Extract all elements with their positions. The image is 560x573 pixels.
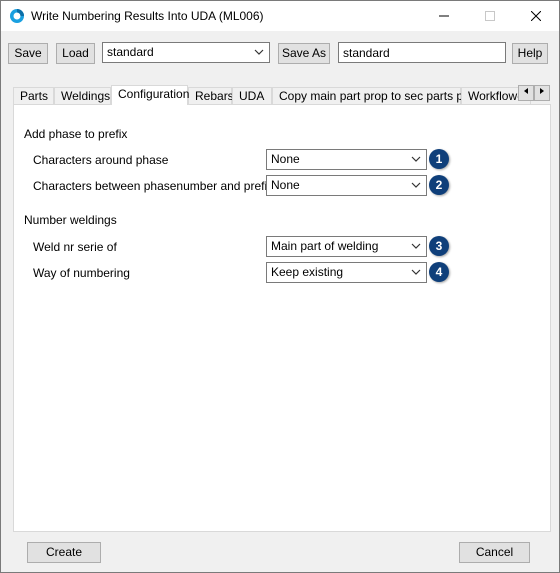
chevron-down-icon [411,269,421,275]
maximize-button [467,1,513,31]
tab-scroll-left-button[interactable] [518,85,534,101]
characters-between-label: Characters between phasenumber and prefi… [33,179,274,193]
tab-uda[interactable]: UDA [232,87,272,105]
window-title: Write Numbering Results Into UDA (ML006) [31,9,264,23]
load-button[interactable]: Load [56,43,95,64]
callout-badge-4: 4 [429,262,449,282]
way-of-numbering-value: Keep existing [271,265,344,279]
save-as-name-field[interactable] [339,43,505,62]
dialog-window: Write Numbering Results Into UDA (ML006)… [0,0,560,573]
tab-parts[interactable]: Parts [13,87,54,105]
way-of-numbering-dropdown[interactable]: Keep existing [266,262,427,283]
configuration-panel: Add phase to prefix Characters around ph… [13,104,551,532]
maximize-icon [485,11,495,21]
tab-configuration[interactable]: Configuration [111,85,189,105]
tab-scroll-right-button[interactable] [534,85,550,101]
close-button[interactable] [513,1,559,31]
section-heading-phase: Add phase to prefix [24,127,128,141]
minimize-icon [439,15,449,17]
chevron-down-icon [254,49,264,55]
help-button[interactable]: Help [512,43,548,64]
weld-nr-serie-value: Main part of welding [271,239,379,253]
characters-between-dropdown[interactable]: None [266,175,427,196]
save-button[interactable]: Save [8,43,48,64]
callout-badge-2: 2 [429,175,449,195]
characters-around-phase-dropdown[interactable]: None [266,149,427,170]
chevron-right-icon [540,88,544,94]
characters-around-phase-label: Characters around phase [33,153,169,167]
save-as-button[interactable]: Save As [278,43,330,64]
cancel-button[interactable]: Cancel [459,542,530,563]
close-icon [530,10,542,22]
app-logo-icon [10,9,24,23]
chevron-down-icon [411,243,421,249]
callout-badge-1: 1 [429,149,449,169]
tab-copy-main-part-prop[interactable]: Copy main part prop to sec parts prop [272,87,480,105]
tab-weldings[interactable]: Weldings [54,87,111,105]
weld-nr-serie-label: Weld nr serie of [33,240,117,254]
minimize-button[interactable] [421,1,467,31]
tab-strip: Parts Weldings Configuration Rebars UDA … [13,85,551,105]
preset-dropdown[interactable]: standard [102,42,270,63]
create-button[interactable]: Create [27,542,101,563]
characters-around-phase-value: None [271,152,300,166]
chevron-down-icon [411,182,421,188]
characters-between-value: None [271,178,300,192]
save-as-name-input[interactable] [338,42,506,63]
callout-badge-3: 3 [429,236,449,256]
chevron-left-icon [524,88,528,94]
weld-nr-serie-dropdown[interactable]: Main part of welding [266,236,427,257]
preset-dropdown-value: standard [107,45,154,59]
chevron-down-icon [411,156,421,162]
title-bar[interactable]: Write Numbering Results Into UDA (ML006) [1,1,559,31]
tab-rebars[interactable]: Rebars [188,87,234,105]
section-heading-weld: Number weldings [24,213,117,227]
way-of-numbering-label: Way of numbering [33,266,130,280]
